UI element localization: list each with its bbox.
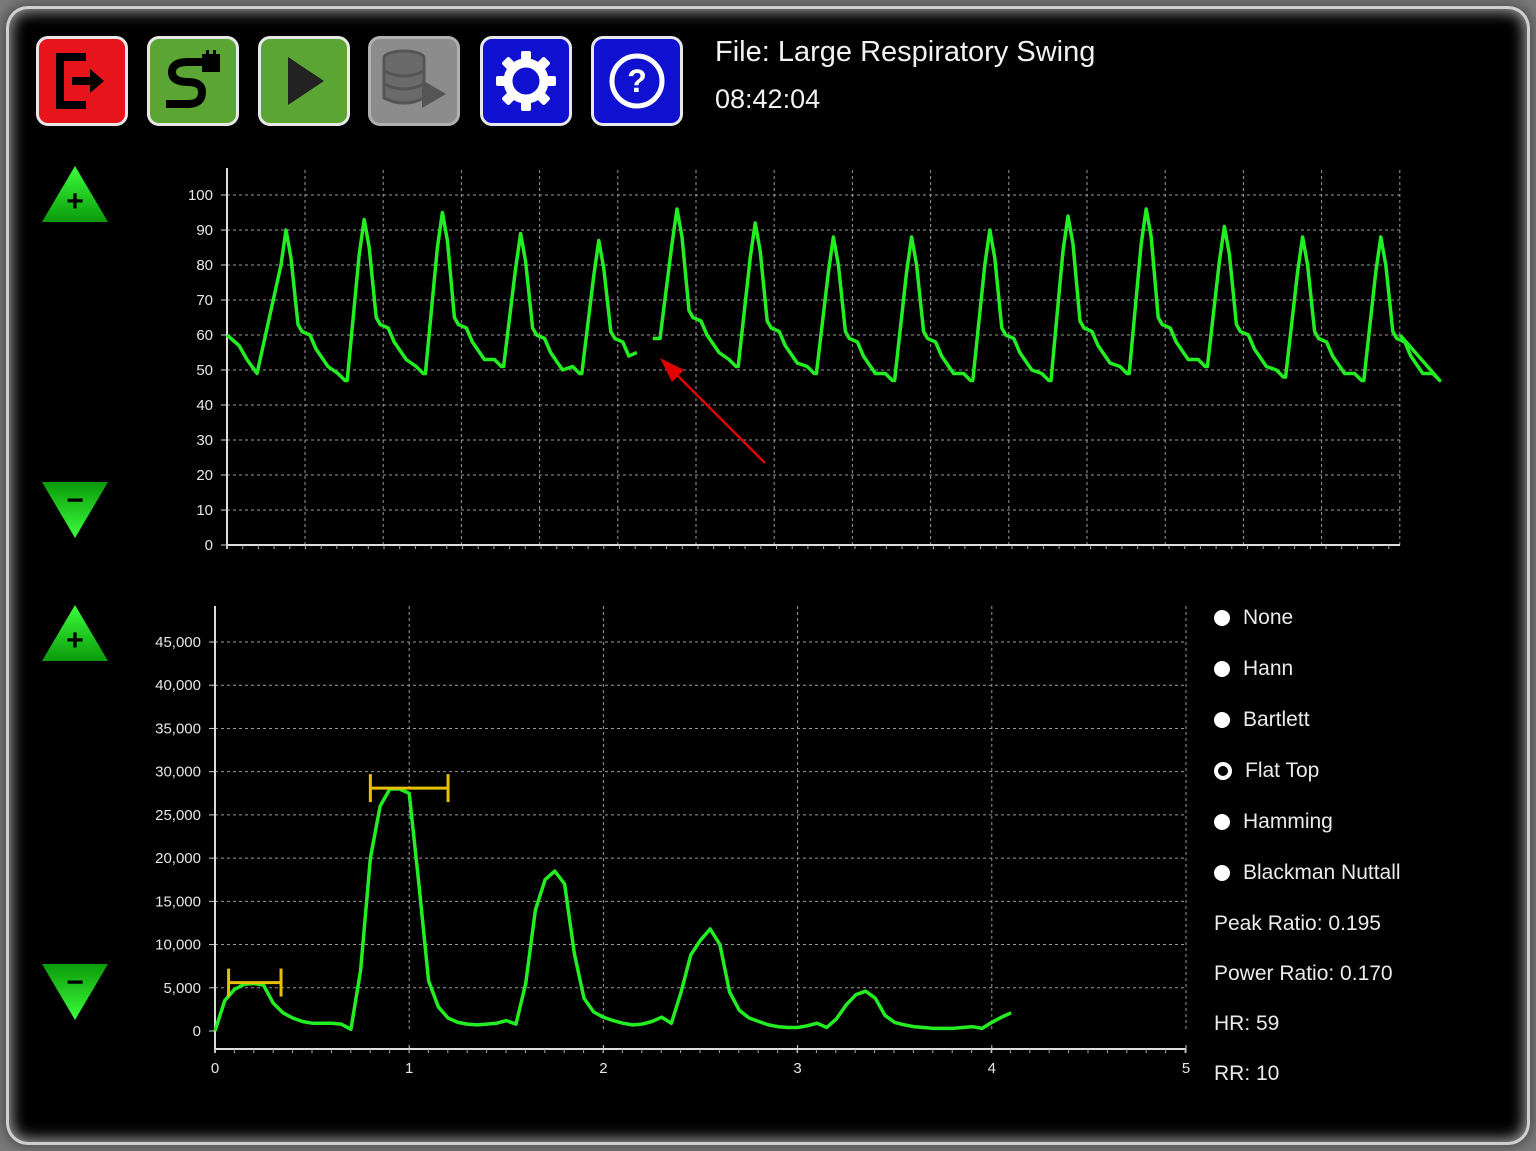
x-tick-label: 5 — [1182, 1060, 1190, 1077]
y-tick-label: 45,000 — [155, 634, 201, 651]
heart-rate: HR: 59 — [1214, 1012, 1280, 1035]
x-tick-label: 4 — [988, 1060, 996, 1077]
y-tick-label: 90 — [196, 222, 213, 239]
y-tick-label: 40,000 — [155, 677, 201, 694]
respiratory-rate: RR: 10 — [1214, 1062, 1280, 1085]
waveform-trace — [225, 210, 638, 383]
y-tick-label: 0 — [205, 537, 213, 554]
y-tick-label: 30 — [196, 432, 213, 449]
peak-ratio: Peak Ratio: 0.195 — [1214, 912, 1381, 935]
radio-button[interactable] — [1214, 814, 1230, 830]
window-option-none[interactable]: None — [1214, 603, 1293, 633]
y-tick-label: 5,000 — [163, 980, 201, 997]
y-tick-label: 100 — [188, 187, 213, 204]
peak-bracket — [227, 968, 283, 997]
radio-label: Hann — [1243, 657, 1294, 680]
window-option-hann[interactable]: Hann — [1214, 654, 1293, 684]
y-tick-label: 80 — [196, 257, 213, 274]
y-tick-label: 20 — [196, 467, 213, 484]
y-tick-label: 40 — [196, 397, 213, 414]
radio-label: Flat Top — [1245, 759, 1320, 782]
y-tick-label: 0 — [193, 1023, 201, 1040]
x-tick-label: 0 — [211, 1060, 219, 1077]
window-option-hamming[interactable]: Hamming — [1214, 807, 1333, 837]
radio-button[interactable] — [1214, 712, 1230, 728]
window-option-flat-top[interactable]: Flat Top — [1214, 756, 1319, 786]
power-ratio: Power Ratio: 0.170 — [1214, 962, 1393, 985]
arrow-shaft — [671, 369, 766, 464]
waveform-chart: 0 10 20 30 40 50 60 70 80 90 100 — [188, 168, 1442, 554]
y-tick-label: 35,000 — [155, 720, 201, 737]
radio-label: None — [1243, 606, 1294, 629]
spectrum-trace — [213, 787, 1012, 1032]
y-tick-label: 60 — [196, 327, 213, 344]
radio-label: Hamming — [1243, 810, 1333, 833]
radio-button[interactable] — [1214, 865, 1230, 881]
radio-button[interactable] — [1214, 661, 1230, 677]
y-tick-label: 30,000 — [155, 764, 201, 781]
waveform-trace — [652, 207, 1442, 383]
x-tick-label: 3 — [793, 1060, 801, 1077]
y-tick-label: 70 — [196, 292, 213, 309]
radio-button[interactable] — [1214, 610, 1230, 626]
x-tick-label: 2 — [599, 1060, 607, 1077]
radio-label: Blackman Nuttall — [1243, 861, 1401, 884]
window-option-blackman-nuttall[interactable]: Blackman Nuttall — [1214, 858, 1401, 888]
window-option-bartlett[interactable]: Bartlett — [1214, 705, 1310, 735]
y-tick-label: 50 — [196, 362, 213, 379]
spectrum-chart: 0 5,000 10,000 15,000 20,000 25,000 30,000 35,0… — [155, 606, 1190, 1077]
radio-label: Bartlett — [1243, 708, 1310, 731]
x-tick-label: 1 — [405, 1060, 413, 1077]
radio-button[interactable] — [1214, 762, 1232, 780]
y-tick-label: 10,000 — [155, 937, 201, 954]
y-tick-label: 15,000 — [155, 893, 201, 910]
annotation-arrow — [660, 358, 766, 464]
y-tick-label: 25,000 — [155, 807, 201, 824]
y-tick-label: 10 — [196, 502, 213, 519]
y-tick-label: 20,000 — [155, 850, 201, 867]
